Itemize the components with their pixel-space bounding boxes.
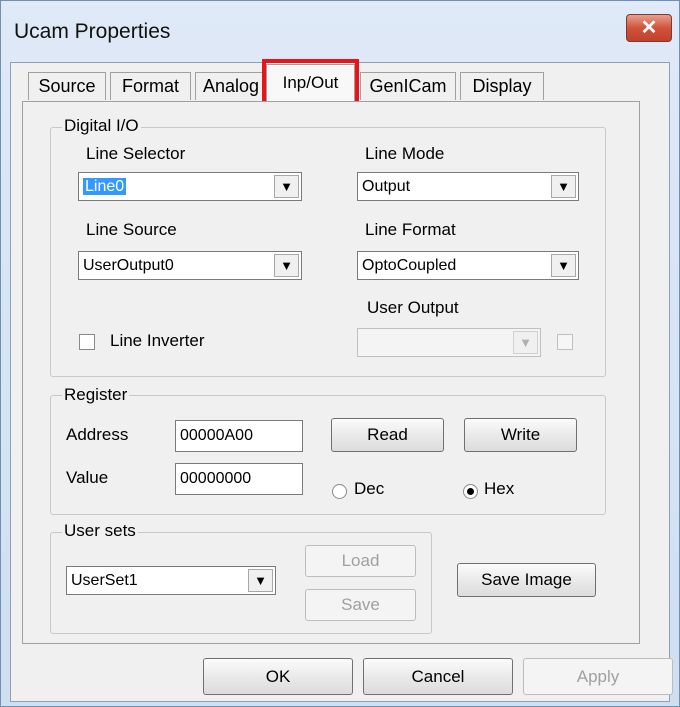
chevron-down-icon[interactable]: ▼	[248, 569, 273, 592]
value-input[interactable]: 00000000	[175, 463, 303, 495]
tab-analog[interactable]: Analog	[195, 72, 267, 100]
line-format-combo[interactable]: OptoCoupled ▼	[357, 251, 579, 280]
line-source-combo[interactable]: UserOutput0 ▼	[78, 251, 302, 280]
line-mode-value: Output	[362, 178, 411, 195]
hex-radio-label: Hex	[484, 479, 515, 498]
save-button[interactable]: Save	[305, 589, 416, 621]
line-inverter-label: Line Inverter	[110, 331, 205, 350]
chevron-down-icon[interactable]: ▼	[513, 331, 538, 354]
user-sets-legend: User sets	[62, 521, 138, 541]
line-source-value: UserOutput0	[83, 257, 174, 274]
ok-button[interactable]: OK	[203, 658, 353, 695]
line-source-label: Line Source	[86, 220, 177, 239]
register-legend: Register	[62, 385, 130, 405]
chevron-down-icon[interactable]: ▼	[551, 175, 576, 198]
tab-source[interactable]: Source	[28, 72, 106, 100]
user-output-combo[interactable]: ▼	[357, 328, 541, 357]
write-button[interactable]: Write	[464, 418, 577, 452]
hex-radio[interactable]	[463, 484, 478, 499]
dec-radio-label: Dec	[354, 479, 385, 498]
line-format-label: Line Format	[365, 220, 456, 239]
tab-genicam[interactable]: GenICam	[360, 72, 456, 100]
chevron-down-icon[interactable]: ▼	[551, 254, 576, 277]
line-mode-label: Line Mode	[365, 144, 445, 163]
digital-io-legend: Digital I/O	[62, 116, 141, 136]
tab-highlight-box	[262, 59, 359, 105]
line-selector-value: Line0	[83, 178, 127, 195]
line-inverter-checkbox[interactable]	[79, 334, 95, 350]
line-mode-combo[interactable]: Output ▼	[357, 172, 579, 201]
cancel-button[interactable]: Cancel	[363, 658, 513, 695]
dec-radio[interactable]	[332, 484, 347, 499]
tab-format[interactable]: Format	[110, 72, 191, 100]
address-input[interactable]: 00000A00	[175, 420, 303, 452]
chevron-down-icon[interactable]: ▼	[274, 175, 299, 198]
user-set-value: UserSet1	[71, 572, 138, 589]
window-title: Ucam Properties	[14, 20, 171, 43]
value-label: Value	[66, 468, 109, 487]
register-group	[50, 395, 606, 515]
close-icon: ✕	[640, 17, 658, 39]
apply-button[interactable]: Apply	[523, 658, 673, 695]
user-set-combo[interactable]: UserSet1 ▼	[66, 566, 276, 595]
read-button[interactable]: Read	[331, 418, 444, 452]
tab-display[interactable]: Display	[460, 72, 544, 100]
user-output-label: User Output	[367, 298, 459, 317]
save-image-button[interactable]: Save Image	[457, 563, 596, 597]
user-output-checkbox[interactable]	[557, 334, 573, 350]
line-selector-label: Line Selector	[86, 144, 186, 163]
line-format-value: OptoCoupled	[362, 257, 457, 274]
line-selector-combo[interactable]: Line0 ▼	[78, 172, 302, 201]
load-button[interactable]: Load	[305, 545, 416, 577]
close-button[interactable]: ✕	[626, 14, 672, 42]
address-label: Address	[66, 425, 129, 444]
chevron-down-icon[interactable]: ▼	[274, 254, 299, 277]
